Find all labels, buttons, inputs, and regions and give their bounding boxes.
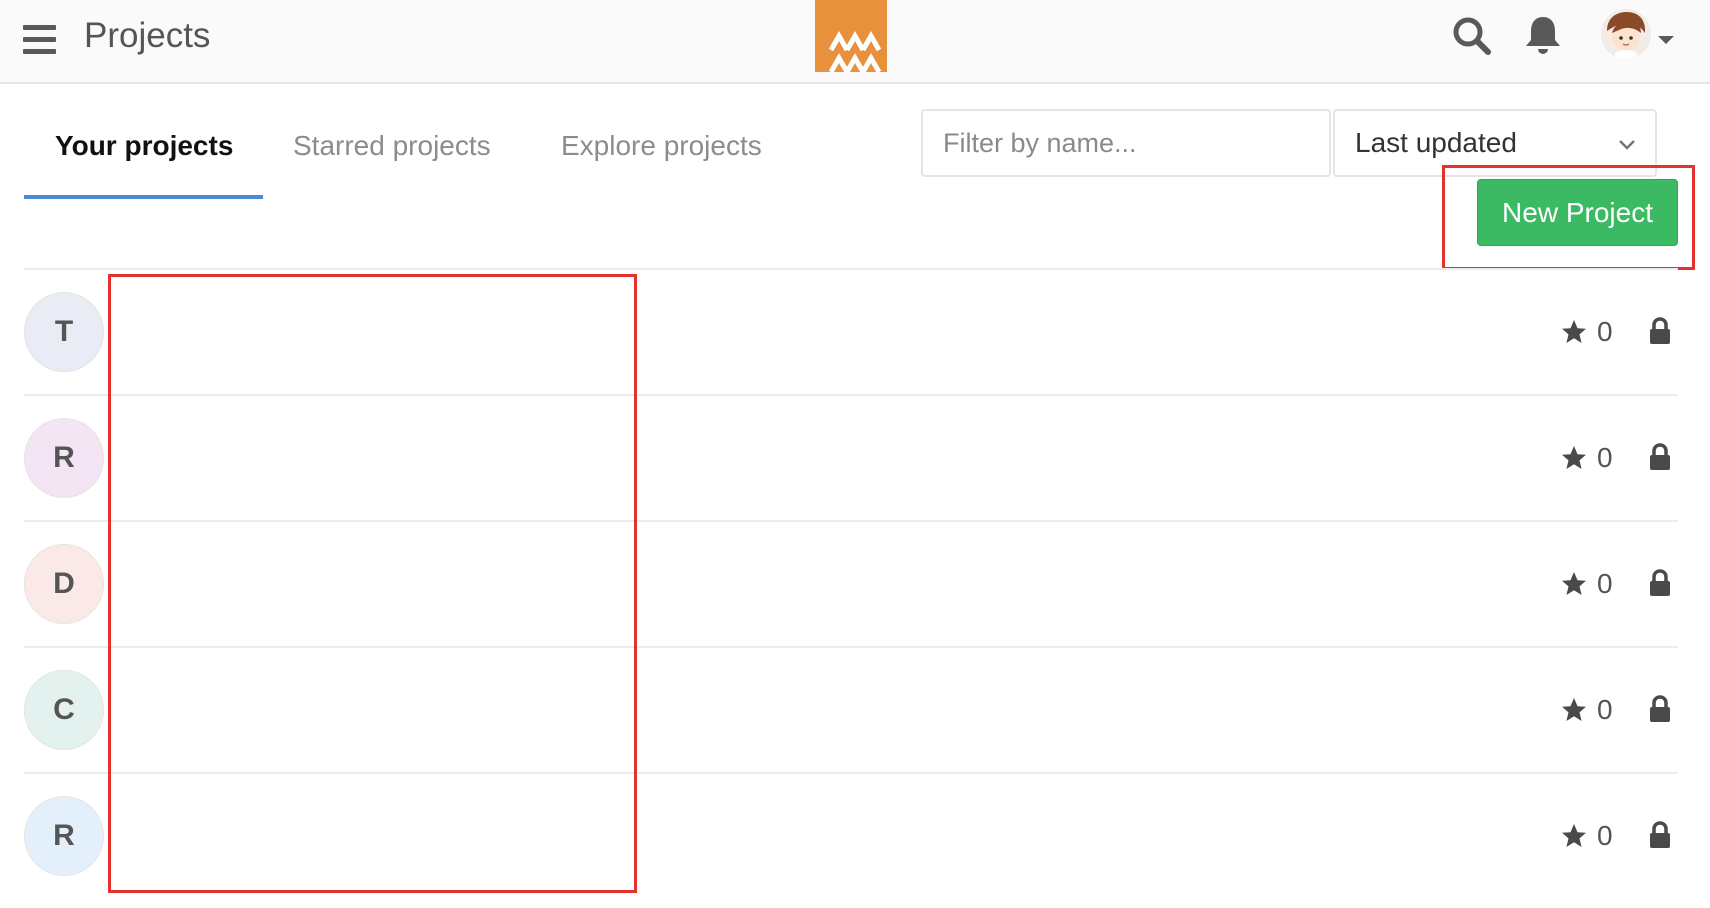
lock-icon bbox=[1649, 443, 1671, 471]
tab-explore-projects[interactable]: Explore projects bbox=[561, 126, 762, 166]
caret-down-icon[interactable] bbox=[1657, 32, 1675, 44]
star-count: 0 bbox=[1597, 442, 1613, 473]
new-project-button[interactable]: New Project bbox=[1477, 179, 1678, 246]
star-count: 0 bbox=[1597, 820, 1613, 851]
search-icon[interactable] bbox=[1452, 16, 1492, 56]
tab-your-projects[interactable]: Your projects bbox=[55, 126, 233, 166]
star-icon bbox=[1561, 823, 1587, 849]
top-navbar: Projects bbox=[0, 0, 1710, 84]
bell-icon[interactable] bbox=[1524, 14, 1562, 56]
project-name-link[interactable] bbox=[120, 292, 620, 372]
sort-dropdown[interactable]: Last updated bbox=[1333, 109, 1657, 177]
project-row[interactable]: D0 bbox=[24, 522, 1678, 648]
project-avatar[interactable]: R bbox=[24, 796, 104, 876]
active-tab-indicator bbox=[24, 195, 263, 199]
chevron-down-icon bbox=[1617, 138, 1637, 152]
star-icon bbox=[1561, 445, 1587, 471]
star-icon bbox=[1561, 697, 1587, 723]
page-title: Projects bbox=[84, 16, 211, 55]
project-name-link[interactable] bbox=[120, 670, 620, 750]
project-avatar[interactable]: D bbox=[24, 544, 104, 624]
star-count: 0 bbox=[1597, 694, 1613, 725]
project-name-link[interactable] bbox=[120, 418, 620, 498]
star-icon bbox=[1561, 571, 1587, 597]
lock-icon bbox=[1649, 569, 1671, 597]
project-row[interactable]: C0 bbox=[24, 648, 1678, 774]
project-avatar[interactable]: C bbox=[24, 670, 104, 750]
project-row[interactable]: T0 bbox=[24, 270, 1678, 396]
project-name-link[interactable] bbox=[120, 796, 620, 876]
star-icon bbox=[1561, 319, 1587, 345]
project-row[interactable]: R0 bbox=[24, 774, 1678, 900]
sort-selected-label: Last updated bbox=[1355, 127, 1517, 158]
tab-starred-projects[interactable]: Starred projects bbox=[293, 126, 491, 166]
logo[interactable] bbox=[815, 0, 887, 72]
lock-icon bbox=[1649, 317, 1671, 345]
project-avatar[interactable]: T bbox=[24, 292, 104, 372]
project-row[interactable]: R0 bbox=[24, 396, 1678, 522]
user-avatar[interactable] bbox=[1601, 9, 1651, 59]
project-avatar[interactable]: R bbox=[24, 418, 104, 498]
star-count: 0 bbox=[1597, 568, 1613, 599]
lock-icon bbox=[1649, 821, 1671, 849]
project-name-link[interactable] bbox=[120, 544, 620, 624]
lock-icon bbox=[1649, 695, 1671, 723]
filter-by-name-input[interactable] bbox=[921, 109, 1331, 177]
hamburger-menu-icon[interactable] bbox=[23, 25, 56, 55]
star-count: 0 bbox=[1597, 316, 1613, 347]
